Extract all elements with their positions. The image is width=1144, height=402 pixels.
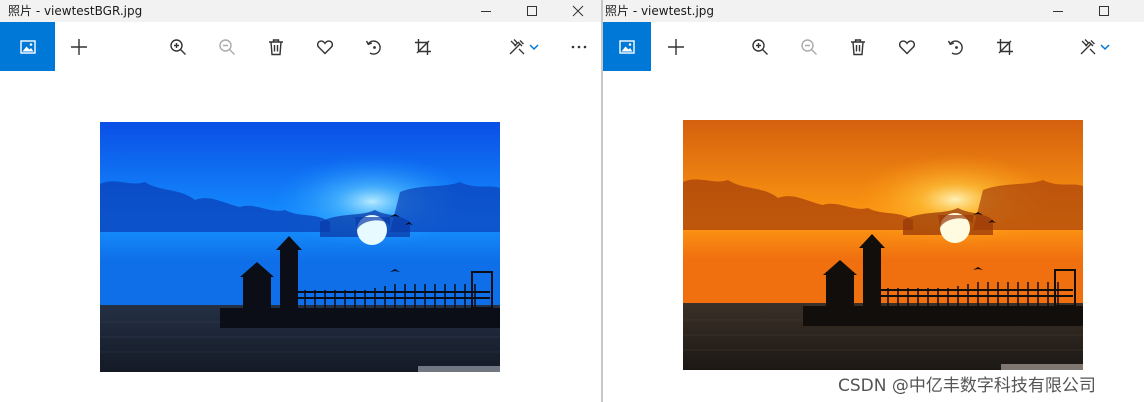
favorite-button[interactable] [894, 34, 920, 60]
delete-button[interactable] [263, 34, 289, 60]
chevron-down-icon [1100, 44, 1110, 51]
favorite-button[interactable] [312, 34, 338, 60]
edit-create-icon [509, 39, 525, 55]
add-button[interactable] [663, 34, 689, 60]
ellipsis-icon [571, 45, 587, 49]
zoom-in-icon [170, 39, 186, 55]
photos-app-button[interactable] [603, 22, 651, 71]
photo-viewtestBGR[interactable] [100, 122, 500, 372]
close-icon [572, 5, 584, 17]
rotate-icon [947, 40, 963, 55]
title-bar[interactable]: 照片 - viewtest.jpg [603, 0, 1144, 22]
minimize-button[interactable] [1035, 0, 1081, 22]
heart-icon [898, 40, 916, 55]
plus-icon [668, 39, 684, 55]
edit-create-icon [1080, 39, 1096, 55]
zoom-in-icon [752, 39, 768, 55]
chevron-down-icon [529, 44, 539, 51]
rotate-button[interactable] [361, 34, 387, 60]
minimize-icon [1053, 11, 1063, 12]
heart-icon [316, 40, 334, 55]
plus-icon [71, 39, 87, 55]
crop-icon [997, 39, 1013, 55]
photos-app-icon [619, 39, 635, 54]
close-button[interactable] [555, 0, 601, 22]
photos-window-rgb: 照片 - viewtest.jpg [603, 0, 1144, 402]
photos-app-button[interactable] [0, 22, 55, 71]
title-bar[interactable]: 照片 - viewtestBGR.jpg [0, 0, 601, 22]
rotate-button[interactable] [943, 34, 969, 60]
photos-app-icon [19, 39, 36, 54]
zoom-in-button[interactable] [165, 34, 191, 60]
edit-dropdown-button[interactable] [527, 34, 541, 60]
crop-icon [415, 39, 431, 55]
minimize-button[interactable] [463, 0, 509, 22]
crop-button[interactable] [410, 34, 436, 60]
zoom-out-icon [219, 39, 235, 55]
zoom-in-button[interactable] [747, 34, 773, 60]
rotate-icon [365, 40, 381, 55]
crop-button[interactable] [992, 34, 1018, 60]
add-button[interactable] [66, 34, 92, 60]
lighthouse-image-rgb [683, 120, 1083, 370]
csdn-watermark: CSDN @中亿丰数字科技有限公司 [838, 376, 1096, 396]
window-title: 照片 - viewtest.jpg [605, 4, 715, 18]
zoom-out-button[interactable] [796, 34, 822, 60]
maximize-icon [527, 6, 537, 16]
zoom-out-icon [801, 39, 817, 55]
trash-icon [269, 39, 283, 56]
delete-button[interactable] [845, 34, 871, 60]
more-options-button[interactable] [566, 34, 592, 60]
edit-dropdown-button[interactable] [1098, 34, 1112, 60]
toolbar [603, 22, 1144, 71]
minimize-icon [481, 11, 491, 12]
maximize-button[interactable] [509, 0, 555, 22]
window-title: 照片 - viewtestBGR.jpg [8, 4, 143, 18]
toolbar [0, 22, 601, 71]
photo-viewtest[interactable] [683, 120, 1083, 370]
trash-icon [851, 39, 865, 56]
lighthouse-image-bgr [100, 122, 500, 372]
photos-window-bgr: 照片 - viewtestBGR.jpg [0, 0, 601, 402]
maximize-icon [1099, 6, 1109, 16]
zoom-out-button[interactable] [214, 34, 240, 60]
maximize-button[interactable] [1081, 0, 1127, 22]
